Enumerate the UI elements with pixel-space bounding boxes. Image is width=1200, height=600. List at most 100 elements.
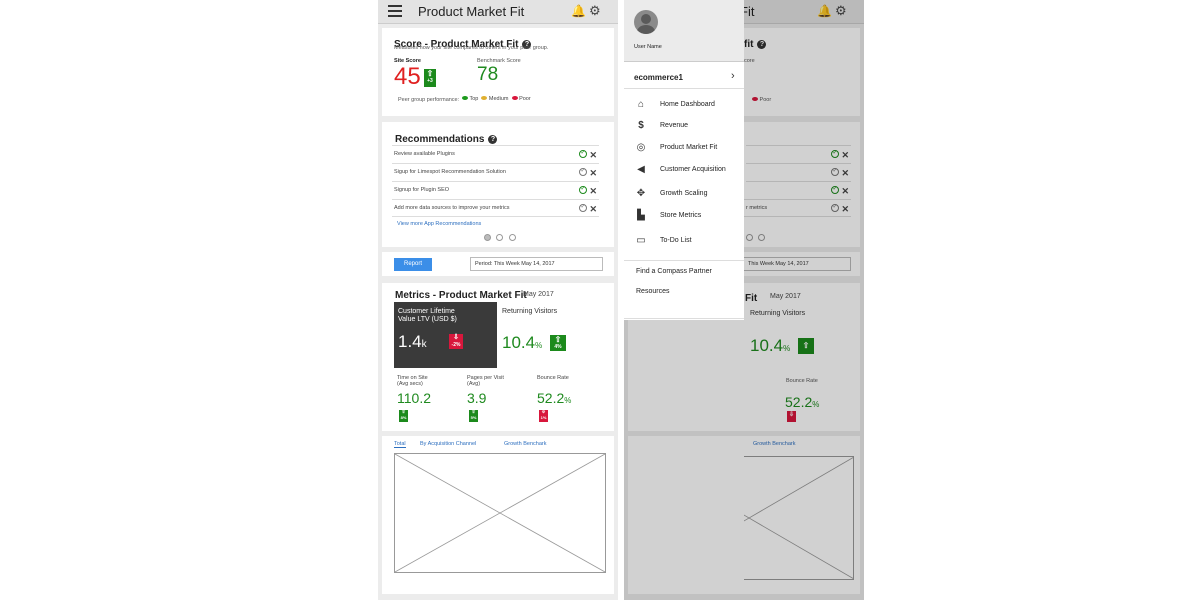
arrows-icon: ✥ <box>636 188 646 199</box>
up-arrow-icon: ⇧ <box>554 335 562 344</box>
nav-item-store-metrics[interactable]: ▙ Store Metrics <box>634 210 739 224</box>
close-icon[interactable]: ✕ <box>589 147 597 164</box>
bounce-change: 1% <box>540 415 547 420</box>
legend-medium: Medium <box>488 96 509 102</box>
site-score-badge: ⇧ +3 <box>424 69 436 87</box>
recommendation-item[interactable]: Add more data sources to improve your me… <box>392 199 599 217</box>
megaphone-icon: ◀ <box>637 164 645 175</box>
down-arrow-icon: ⇩ <box>453 334 459 341</box>
time-on-site-sublabel: (Avg secs) <box>397 381 423 387</box>
time-change-badge: ⇧ 8% <box>399 409 408 422</box>
up-arrow-icon: ⇧ <box>426 69 434 78</box>
drawer-screen: Fit 🔔 ⚙ fit? core Poor ✓ ✕ ✓ ✕ ✓ ✕ r metric… <box>624 0 864 600</box>
avatar[interactable] <box>634 10 658 34</box>
find-partner-link[interactable]: Find a Compass Partner <box>636 268 712 275</box>
more-recommendations-link[interactable]: View more App Recommendations <box>397 221 481 227</box>
recommendation-item[interactable]: Review available Plugins ✓ ✕ <box>392 145 599 163</box>
nav-item-growth-scaling[interactable]: ✥ Growth Scaling <box>634 188 739 202</box>
metrics-date: May 2017 <box>523 291 554 298</box>
pager-dot[interactable] <box>496 234 503 241</box>
nav-item-product-market-fit[interactable]: ◎ Product Market Fit <box>634 142 739 156</box>
poor-dot <box>511 96 518 100</box>
divider <box>624 318 744 319</box>
time-on-site-metric[interactable]: Time on Site (Avg secs) 110.2 ⇧ 8% <box>397 375 431 424</box>
ltv-unit: k <box>421 339 427 350</box>
dollar-icon: $ <box>638 120 644 131</box>
recommendations-title: Recommendations <box>395 134 485 145</box>
nav-item-to-do-list[interactable]: ▭ To-Do List <box>634 235 739 249</box>
ltv-change: -2% <box>451 342 461 348</box>
pages-per-visit-metric[interactable]: Pages per Visit (Avg) 3.9 ⇧ 5% <box>467 375 504 424</box>
hamburger-icon[interactable] <box>388 5 402 17</box>
returning-visitors-label: Returning Visitors <box>502 308 558 315</box>
factory-icon: ▙ <box>637 210 645 221</box>
user-name: User Name <box>634 44 662 50</box>
bounce-rate-value: 52.2 <box>537 390 565 406</box>
benchmark-value: 78 <box>477 64 499 85</box>
bell-icon[interactable]: 🔔 <box>571 4 586 18</box>
placeholder-cross <box>394 453 606 573</box>
returning-visitors-value: 10.4 <box>502 333 536 352</box>
help-icon[interactable]: ? <box>488 135 498 144</box>
close-icon[interactable]: ✕ <box>589 201 597 218</box>
inbox-icon: ▭ <box>636 235 646 246</box>
ltv-label-unit: Value LTV (USD $) <box>398 316 457 323</box>
returning-visitors-unit: % <box>535 341 543 350</box>
score-card: Score - Product Market Fit? Measures how… <box>382 28 614 116</box>
app-header: Product Market Fit 🔔 ⚙ <box>378 0 618 24</box>
bounce-rate-metric[interactable]: Bounce Rate 52.2% ⇩ 1% <box>537 375 571 424</box>
nav-item-revenue[interactable]: $ Revenue <box>634 120 739 134</box>
medium-dot <box>481 96 488 100</box>
pages-change-badge: ⇧ 5% <box>469 409 478 422</box>
drawer-profile: User Name <box>624 0 744 62</box>
peer-legend: Top Medium Poor <box>462 96 531 102</box>
returning-change-badge: ⇧ 4% <box>550 335 566 351</box>
resources-link[interactable]: Resources <box>636 288 669 295</box>
check-icon[interactable]: ✓ <box>579 186 587 194</box>
close-icon[interactable]: ✕ <box>589 183 597 200</box>
divider <box>624 260 744 261</box>
pages-per-visit-sublabel: (Avg) <box>467 381 481 387</box>
bounce-rate-unit: % <box>564 396 572 405</box>
nav-item-customer-acquisition[interactable]: ◀ Customer Acquisition <box>634 164 739 178</box>
time-change: 8% <box>400 415 407 420</box>
ltv-value: 1.4 <box>398 332 422 351</box>
check-icon[interactable]: ✓ <box>579 168 587 176</box>
check-icon[interactable]: ✓ <box>579 150 587 158</box>
check-icon[interactable]: ✓ <box>579 204 587 212</box>
pages-change: 5% <box>470 415 477 420</box>
pages-per-visit-value: 3.9 <box>467 390 487 406</box>
page-title: Product Market Fit <box>418 4 525 19</box>
pager-dot[interactable] <box>509 234 516 241</box>
legend-top: Top <box>469 96 479 102</box>
chart-placeholder <box>394 453 606 573</box>
period-selector[interactable]: Period: This Week May 14, 2017 <box>470 257 603 271</box>
divider <box>624 88 744 89</box>
site-score-change: +3 <box>427 78 433 84</box>
pager-dot[interactable] <box>484 234 491 241</box>
store-selector[interactable]: ecommerce1 <box>634 73 683 82</box>
close-icon[interactable]: ✕ <box>589 165 597 182</box>
legend-poor: Poor <box>519 96 531 102</box>
target-icon: ◎ <box>636 142 646 153</box>
report-button[interactable]: Report <box>394 258 432 271</box>
nav-item-home-dashboard[interactable]: ⌂ Home Dashboard <box>634 99 739 113</box>
returning-change: 4% <box>554 344 562 350</box>
bounce-rate-sublabel <box>537 381 571 387</box>
tab-growth-benchmark[interactable]: Growth Benchark <box>504 441 547 447</box>
top-dot <box>462 96 468 100</box>
tab-by-acquisition-channel[interactable]: By Acquisition Channel <box>420 441 476 447</box>
ltv-tile[interactable]: Customer Lifetime Value LTV (USD $) 1.4k … <box>394 302 497 368</box>
recommendation-item[interactable]: Sigup for Limespot Recommendation Soluti… <box>392 163 599 181</box>
recommendation-item[interactable]: Signup for Plugin SEO ✓ ✕ <box>392 181 599 199</box>
bounce-change-badge: ⇩ 1% <box>539 409 548 422</box>
bounce-rate-label: Bounce Rate <box>537 375 569 381</box>
ltv-change-badge: ⇩ -2% <box>449 334 463 349</box>
gears-icon[interactable]: ⚙ <box>589 3 601 19</box>
chevron-right-icon[interactable]: › <box>731 70 735 82</box>
ltv-label: Customer Lifetime <box>398 308 455 315</box>
tab-total[interactable]: Total <box>394 441 406 448</box>
nav-drawer: User Name ecommerce1 › ⌂ Home Dashboard $… <box>624 0 744 320</box>
home-icon: ⌂ <box>637 99 645 110</box>
peer-group-label: Peer group performance: <box>398 97 460 103</box>
